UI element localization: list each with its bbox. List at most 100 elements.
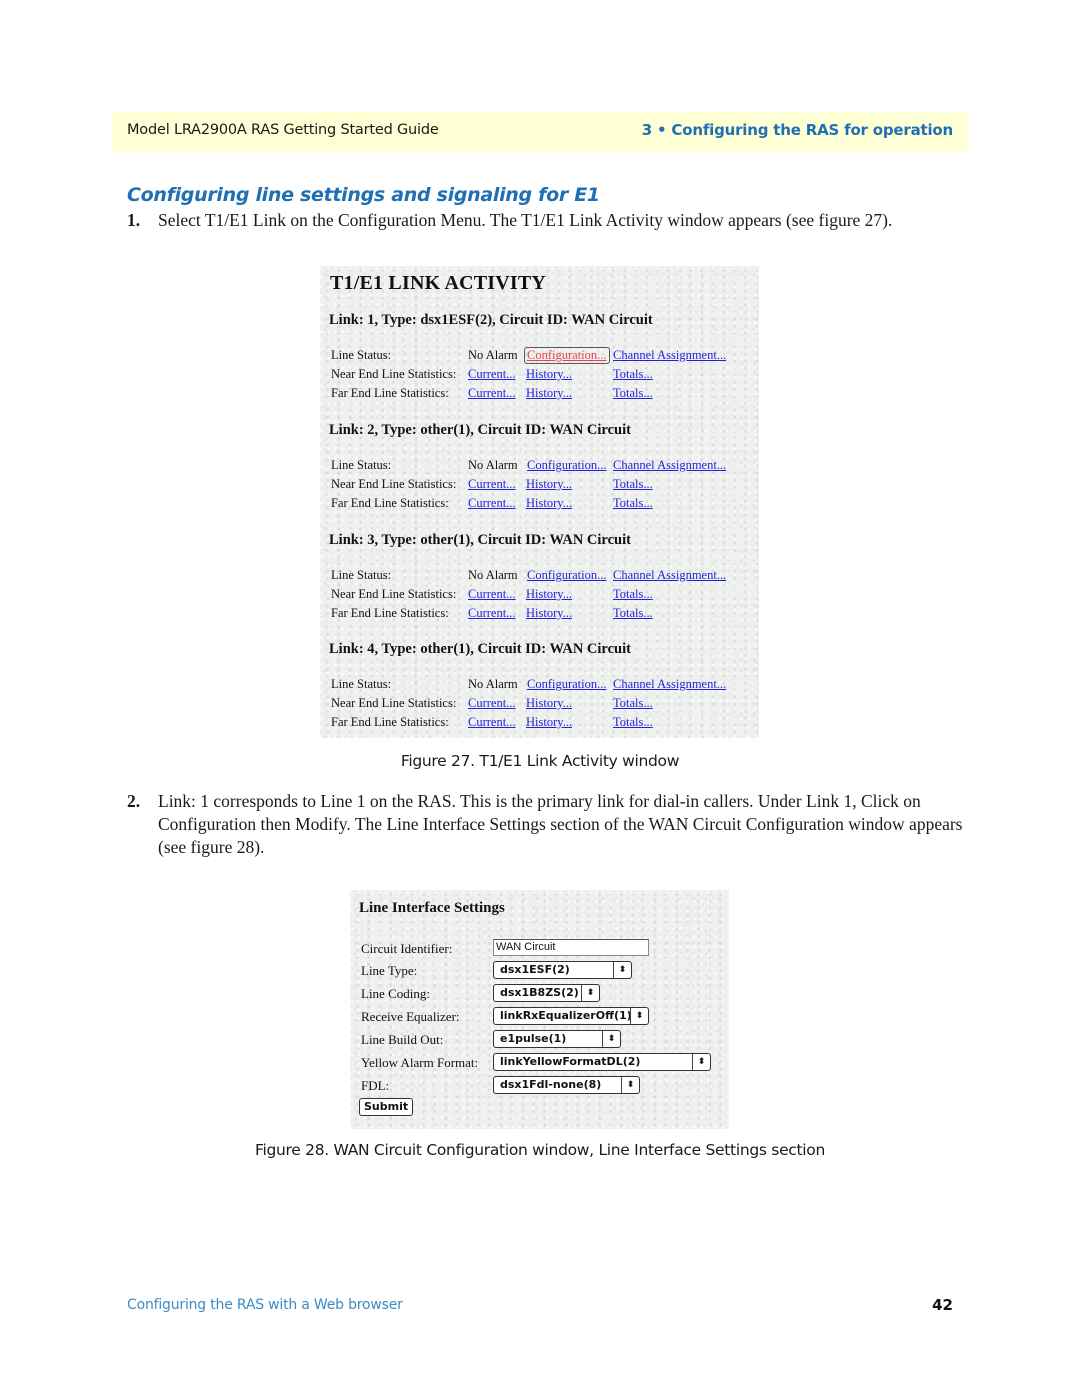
configuration-link[interactable]: Configuration... xyxy=(527,568,607,583)
fdl-label: FDL: xyxy=(361,1078,390,1093)
far-current-link[interactable]: Current... xyxy=(468,496,516,511)
configuration-link[interactable]: Configuration... xyxy=(527,677,607,692)
near-current-link[interactable]: Current... xyxy=(468,367,516,382)
circuit-identifier-input[interactable]: WAN Circuit xyxy=(493,939,649,956)
circuit-identifier-row: Circuit Identifier: WAN Circuit xyxy=(361,938,721,960)
step-text: Select T1/E1 Link on the Configuration M… xyxy=(158,210,893,230)
line-build-out-select[interactable]: e1pulse(1) ⬍ xyxy=(493,1030,621,1048)
figure-27-link-activity-window: T1/E1 LINK ACTIVITY Link: 1, Type: dsx1E… xyxy=(320,266,759,738)
near-end-label: Near End Line Statistics: xyxy=(331,696,457,710)
link-heading: Link: 1, Type: dsx1ESF(2), Circuit ID: W… xyxy=(329,312,653,328)
page-number: 42 xyxy=(932,1296,953,1314)
near-totals-link[interactable]: Totals... xyxy=(613,367,653,382)
near-end-label: Near End Line Statistics: xyxy=(331,587,457,601)
near-current-link[interactable]: Current... xyxy=(468,587,516,602)
line-coding-select[interactable]: dsx1B8ZS(2) ⬍ xyxy=(493,984,600,1002)
yellow-alarm-format-row: Yellow Alarm Format: linkYellowFormatDL(… xyxy=(361,1052,721,1074)
far-end-label: Far End Line Statistics: xyxy=(331,386,449,400)
select-arrows-icon: ⬍ xyxy=(621,1077,639,1093)
near-current-link[interactable]: Current... xyxy=(468,477,516,492)
far-end-label: Far End Line Statistics: xyxy=(331,606,449,620)
near-current-link[interactable]: Current... xyxy=(468,696,516,711)
near-history-link[interactable]: History... xyxy=(526,696,572,711)
receive-equalizer-select[interactable]: linkRxEqualizerOff(1) ⬍ xyxy=(493,1007,649,1025)
link-block-3: Link: 3, Type: other(1), Circuit ID: WAN… xyxy=(329,532,754,620)
line-build-out-label: Line Build Out: xyxy=(361,1032,444,1047)
link-heading: Link: 3, Type: other(1), Circuit ID: WAN… xyxy=(329,532,631,548)
channel-assignment-link[interactable]: Channel Assignment... xyxy=(613,677,726,692)
near-history-link[interactable]: History... xyxy=(526,587,572,602)
channel-assignment-link[interactable]: Channel Assignment... xyxy=(613,458,726,473)
figure-27-caption: Figure 27. T1/E1 Link Activity window xyxy=(400,752,680,770)
yellow-alarm-format-label: Yellow Alarm Format: xyxy=(361,1055,479,1070)
far-history-link[interactable]: History... xyxy=(526,606,572,621)
configuration-link[interactable]: Configuration... xyxy=(527,458,607,473)
line-type-label: Line Type: xyxy=(361,963,418,978)
chapter-title: 3 • Configuring the RAS for operation xyxy=(641,121,953,139)
far-end-label: Far End Line Statistics: xyxy=(331,715,449,729)
link-block-1: Link: 1, Type: dsx1ESF(2), Circuit ID: W… xyxy=(329,312,754,400)
window-title: T1/E1 LINK ACTIVITY xyxy=(330,272,547,294)
near-end-label: Near End Line Statistics: xyxy=(331,477,457,491)
line-status-value: No Alarm xyxy=(468,568,518,582)
line-type-value: dsx1ESF(2) xyxy=(500,963,570,976)
link-block-4: Link: 4, Type: other(1), Circuit ID: WAN… xyxy=(329,641,754,729)
line-coding-row: Line Coding: dsx1B8ZS(2) ⬍ xyxy=(361,983,721,1005)
far-history-link[interactable]: History... xyxy=(526,715,572,730)
fdl-select[interactable]: dsx1Fdl-none(8) ⬍ xyxy=(493,1076,640,1094)
far-current-link[interactable]: Current... xyxy=(468,606,516,621)
receive-equalizer-row: Receive Equalizer: linkRxEqualizerOff(1)… xyxy=(361,1006,721,1028)
near-history-link[interactable]: History... xyxy=(526,367,572,382)
line-status-label: Line Status: xyxy=(331,677,392,691)
link-block-2: Link: 2, Type: other(1), Circuit ID: WAN… xyxy=(329,422,754,510)
far-history-link[interactable]: History... xyxy=(526,496,572,511)
line-coding-value: dsx1B8ZS(2) xyxy=(500,986,579,999)
near-history-link[interactable]: History... xyxy=(526,477,572,492)
step-number: 1. xyxy=(127,210,141,230)
far-totals-link[interactable]: Totals... xyxy=(613,606,653,621)
line-build-out-value: e1pulse(1) xyxy=(500,1032,567,1045)
receive-equalizer-label: Receive Equalizer: xyxy=(361,1009,460,1024)
running-header: Model LRA2900A RAS Getting Started Guide… xyxy=(112,112,968,151)
near-totals-link[interactable]: Totals... xyxy=(613,477,653,492)
far-totals-link[interactable]: Totals... xyxy=(613,386,653,401)
guide-title: Model LRA2900A RAS Getting Started Guide xyxy=(127,122,439,138)
far-current-link[interactable]: Current... xyxy=(468,715,516,730)
link-heading: Link: 2, Type: other(1), Circuit ID: WAN… xyxy=(329,422,631,438)
line-status-value: No Alarm xyxy=(468,677,518,691)
channel-assignment-link[interactable]: Channel Assignment... xyxy=(613,568,726,583)
form-section-title: Line Interface Settings xyxy=(359,900,505,916)
line-status-label: Line Status: xyxy=(331,568,392,582)
far-history-link[interactable]: History... xyxy=(526,386,572,401)
yellow-alarm-format-value: linkYellowFormatDL(2) xyxy=(500,1055,641,1068)
line-type-row: Line Type: dsx1ESF(2) ⬍ xyxy=(361,960,721,982)
step-text: Link: 1 corresponds to Line 1 on the RAS… xyxy=(158,791,963,857)
fdl-value: dsx1Fdl-none(8) xyxy=(500,1078,602,1091)
figure-28-caption: Figure 28. WAN Circuit Configuration win… xyxy=(254,1141,826,1159)
far-current-link[interactable]: Current... xyxy=(468,386,516,401)
yellow-alarm-format-select[interactable]: linkYellowFormatDL(2) ⬍ xyxy=(493,1053,711,1071)
far-totals-link[interactable]: Totals... xyxy=(613,496,653,511)
line-status-value: No Alarm xyxy=(468,348,518,362)
far-totals-link[interactable]: Totals... xyxy=(613,715,653,730)
near-totals-link[interactable]: Totals... xyxy=(613,587,653,602)
configuration-link[interactable]: Configuration... xyxy=(524,347,610,364)
channel-assignment-link[interactable]: Channel Assignment... xyxy=(613,348,726,363)
select-arrows-icon: ⬍ xyxy=(630,1008,648,1024)
near-totals-link[interactable]: Totals... xyxy=(613,696,653,711)
link-heading: Link: 4, Type: other(1), Circuit ID: WAN… xyxy=(329,641,631,657)
line-build-out-row: Line Build Out: e1pulse(1) ⬍ xyxy=(361,1029,721,1051)
circuit-identifier-label: Circuit Identifier: xyxy=(361,941,453,956)
select-arrows-icon: ⬍ xyxy=(602,1031,620,1047)
far-end-label: Far End Line Statistics: xyxy=(331,496,449,510)
select-arrows-icon: ⬍ xyxy=(692,1054,710,1070)
line-status-value: No Alarm xyxy=(468,458,518,472)
receive-equalizer-value: linkRxEqualizerOff(1) xyxy=(500,1009,632,1022)
submit-button[interactable]: Submit xyxy=(359,1098,414,1116)
line-type-select[interactable]: dsx1ESF(2) ⬍ xyxy=(493,961,632,979)
fdl-row: FDL: dsx1Fdl-none(8) ⬍ xyxy=(361,1075,721,1097)
near-end-label: Near End Line Statistics: xyxy=(331,367,457,381)
line-status-label: Line Status: xyxy=(331,348,392,362)
section-heading: Configuring line settings and signaling … xyxy=(127,184,600,206)
step-number: 2. xyxy=(127,791,141,811)
